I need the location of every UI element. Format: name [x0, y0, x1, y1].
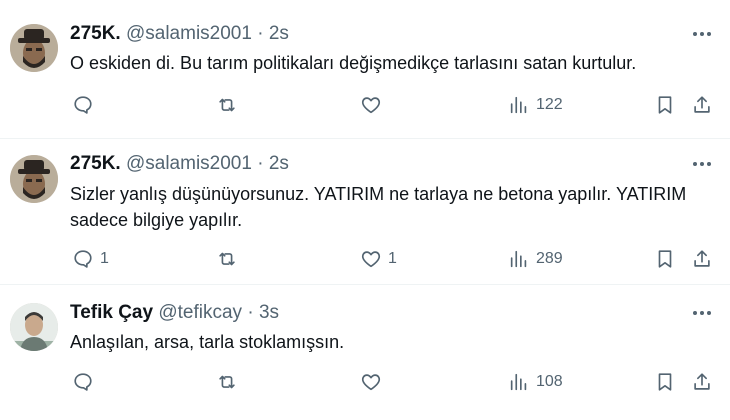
retweet-icon — [219, 252, 235, 266]
views-button[interactable]: 122 — [508, 93, 563, 117]
tweet-text: Sizler yanlış düşünüyorsunuz. YATIRIM ne… — [70, 184, 687, 230]
reply-icon — [74, 373, 92, 391]
like-icon — [361, 251, 381, 268]
like-icon — [361, 374, 381, 391]
separator: · — [257, 23, 264, 44]
retweet-button[interactable] — [216, 370, 244, 394]
share-button[interactable] — [691, 93, 713, 117]
tweet-actions: 122 — [70, 93, 720, 117]
like-count: 1 — [388, 250, 397, 267]
display-name[interactable]: Tefik Çay — [70, 302, 153, 323]
views-icon — [510, 373, 527, 391]
bookmark-button[interactable] — [654, 370, 676, 394]
views-button[interactable]: 289 — [508, 247, 563, 271]
view-count: 289 — [536, 250, 563, 267]
like-button[interactable] — [360, 370, 388, 394]
tweet-actions: 1 1 289 — [70, 247, 720, 271]
user-handle[interactable]: @salamis2001 — [126, 153, 252, 174]
more-icon[interactable] — [688, 154, 716, 174]
tweet[interactable]: 275K. @salamis2001 · 2s O eskiden di. Bu… — [0, 0, 730, 139]
avatar[interactable] — [10, 155, 58, 203]
avatar[interactable] — [10, 24, 58, 72]
user-handle[interactable]: @salamis2001 — [126, 23, 252, 44]
share-icon — [694, 373, 710, 390]
views-button[interactable]: 108 — [508, 370, 563, 394]
bookmark-button[interactable] — [654, 93, 676, 117]
views-icon — [510, 96, 527, 114]
bearded-man-hat-avatar — [10, 155, 58, 203]
reply-button[interactable] — [72, 370, 100, 394]
tweet[interactable]: 275K. @salamis2001 · 2s Sizler yanlış dü… — [0, 139, 730, 285]
tweet-header: 275K. @salamis2001 · 2s — [70, 153, 289, 175]
share-icon — [694, 96, 710, 113]
avatar[interactable] — [10, 303, 58, 351]
timestamp[interactable]: 2s — [269, 23, 289, 44]
tweet[interactable]: Tefik Çay @tefikcay · 3s Anlaşılan, arsa… — [0, 285, 730, 420]
more-icon[interactable] — [688, 303, 716, 323]
bookmark-icon — [658, 96, 672, 114]
reply-button[interactable] — [72, 93, 100, 117]
retweet-icon — [219, 98, 235, 112]
tweet-header: Tefik Çay @tefikcay · 3s — [70, 302, 279, 324]
like-button[interactable] — [360, 93, 388, 117]
display-name[interactable]: 275K. — [70, 23, 121, 44]
reply-button[interactable]: 1 — [72, 247, 109, 271]
like-button[interactable]: 1 — [360, 247, 397, 271]
timestamp[interactable]: 2s — [269, 153, 289, 174]
man-portrait-avatar — [10, 303, 58, 351]
more-icon[interactable] — [688, 24, 716, 44]
bookmark-button[interactable] — [654, 247, 676, 271]
retweet-button[interactable] — [216, 93, 244, 117]
view-count: 122 — [536, 96, 563, 113]
reply-icon — [74, 250, 92, 268]
view-count: 108 — [536, 373, 563, 390]
tweet-actions: 108 — [70, 370, 720, 394]
reply-count: 1 — [100, 250, 109, 267]
like-icon — [361, 97, 381, 114]
tweet-text: Anlaşılan, arsa, tarla stoklamışsın. — [70, 332, 345, 352]
reply-icon — [74, 96, 92, 114]
timestamp[interactable]: 3s — [259, 302, 279, 323]
retweet-icon — [219, 375, 235, 389]
bookmark-icon — [658, 373, 672, 391]
share-icon — [694, 250, 710, 267]
retweet-button[interactable] — [216, 247, 244, 271]
bearded-man-hat-avatar — [10, 24, 58, 72]
tweet-text: O eskiden di. Bu tarım politikaları deği… — [70, 53, 637, 73]
bookmark-icon — [658, 250, 672, 268]
user-handle[interactable]: @tefikcay — [158, 302, 242, 323]
tweet-header: 275K. @salamis2001 · 2s — [70, 23, 289, 45]
share-button[interactable] — [691, 370, 713, 394]
share-button[interactable] — [691, 247, 713, 271]
display-name[interactable]: 275K. — [70, 153, 121, 174]
separator: · — [247, 302, 254, 323]
separator: · — [257, 153, 264, 174]
views-icon — [510, 250, 527, 268]
